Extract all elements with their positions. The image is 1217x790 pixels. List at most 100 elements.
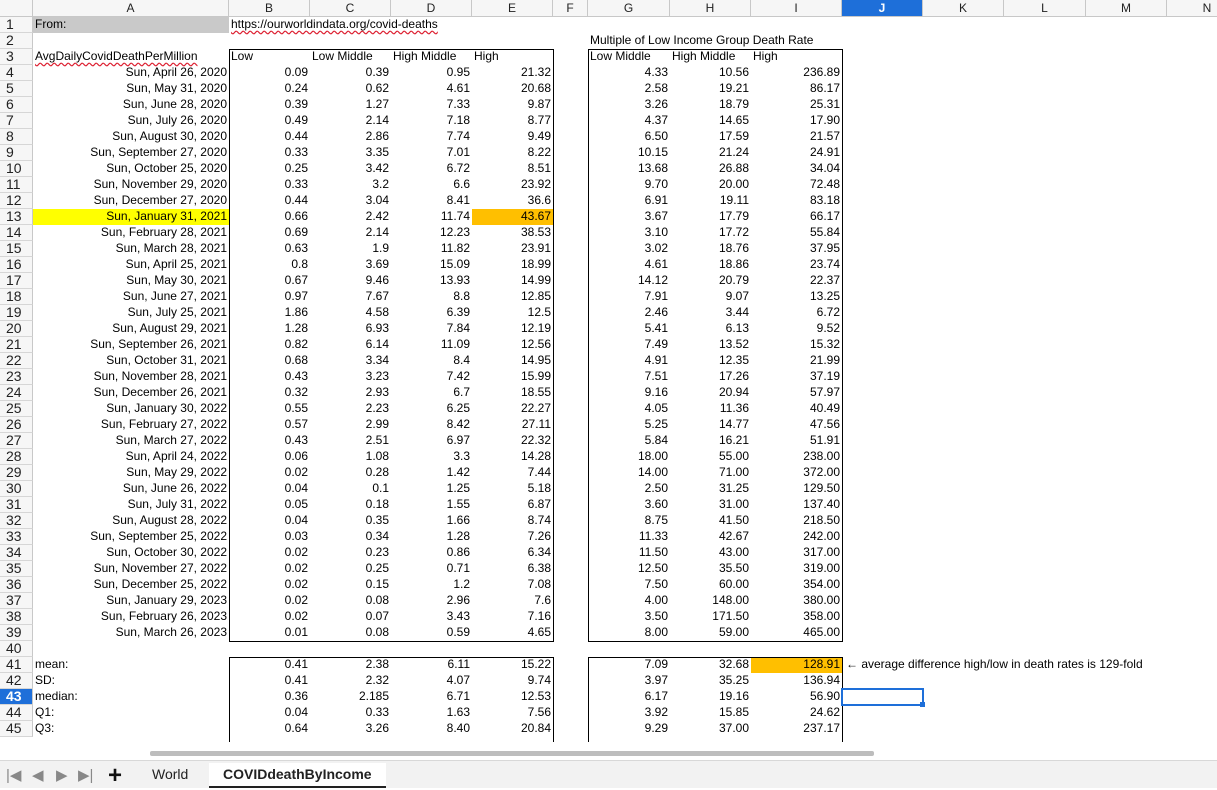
cell-c31[interactable]: 0.18 [310,497,391,513]
cell-b27[interactable]: 0.43 [229,433,310,449]
cell-b15[interactable]: 0.63 [229,241,310,257]
column-header-n[interactable]: N [1167,0,1217,17]
cell-a41[interactable]: mean: [33,657,229,673]
row-header-13[interactable]: 13 [0,209,33,225]
cell-c44[interactable]: 0.33 [310,705,391,721]
row-header-1[interactable]: 1 [0,17,33,33]
cell-b5[interactable]: 0.24 [229,81,310,97]
cell-g6[interactable]: 3.26 [588,97,670,113]
cell-b25[interactable]: 0.55 [229,401,310,417]
cell-d10[interactable]: 6.72 [391,161,472,177]
row-header-21[interactable]: 21 [0,337,33,353]
cell-h16[interactable]: 18.86 [670,257,751,273]
cell-b21[interactable]: 0.82 [229,337,310,353]
row-header-18[interactable]: 18 [0,289,33,305]
cell-g38[interactable]: 3.50 [588,609,670,625]
cell-i28[interactable]: 238.00 [751,449,842,465]
cell-b24[interactable]: 0.32 [229,385,310,401]
cell-c34[interactable]: 0.23 [310,545,391,561]
cell-g3[interactable]: Low Middle [588,49,670,65]
cell-b11[interactable]: 0.33 [229,177,310,193]
cell-a17[interactable]: Sun, May 30, 2021 [33,273,229,289]
cell-a39[interactable]: Sun, March 26, 2023 [33,625,229,641]
cell-h28[interactable]: 55.00 [670,449,751,465]
row-header-4[interactable]: 4 [0,65,33,81]
cell-h38[interactable]: 171.50 [670,609,751,625]
row-header-3[interactable]: 3 [0,49,33,65]
cell-e37[interactable]: 7.6 [472,593,553,609]
cell-b8[interactable]: 0.44 [229,129,310,145]
row-header-24[interactable]: 24 [0,385,33,401]
cell-b34[interactable]: 0.02 [229,545,310,561]
cell-e28[interactable]: 14.28 [472,449,553,465]
cell-g25[interactable]: 4.05 [588,401,670,417]
cell-c8[interactable]: 2.86 [310,129,391,145]
cell-d21[interactable]: 11.09 [391,337,472,353]
cell-c11[interactable]: 3.2 [310,177,391,193]
cell-e18[interactable]: 12.85 [472,289,553,305]
add-sheet-icon[interactable]: + [108,762,122,790]
cell-h3[interactable]: High Middle [670,49,751,65]
cell-h21[interactable]: 13.52 [670,337,751,353]
row-header-31[interactable]: 31 [0,497,33,513]
cell-a5[interactable]: Sun, May 31, 2020 [33,81,229,97]
cell-h44[interactable]: 15.85 [670,705,751,721]
cell-a30[interactable]: Sun, June 26, 2022 [33,481,229,497]
cell-e20[interactable]: 12.19 [472,321,553,337]
cell-g10[interactable]: 13.68 [588,161,670,177]
cell-c7[interactable]: 2.14 [310,113,391,129]
cell-g18[interactable]: 7.91 [588,289,670,305]
cell-a4[interactable]: Sun, April 26, 2020 [33,65,229,81]
row-header-10[interactable]: 10 [0,161,33,177]
row-header-43[interactable]: 43 [0,689,33,705]
cell-i23[interactable]: 37.19 [751,369,842,385]
cell-c10[interactable]: 3.42 [310,161,391,177]
row-header-2[interactable]: 2 [0,33,33,49]
row-header-41[interactable]: 41 [0,657,33,673]
cell-a3[interactable]: AvgDailyCovidDeathPerMillion [33,49,229,65]
column-header-b[interactable]: B [229,0,310,17]
cell-d9[interactable]: 7.01 [391,145,472,161]
cell-e24[interactable]: 18.55 [472,385,553,401]
cell-a16[interactable]: Sun, April 25, 2021 [33,257,229,273]
cell-i9[interactable]: 24.91 [751,145,842,161]
cell-a20[interactable]: Sun, August 29, 2021 [33,321,229,337]
cell-d36[interactable]: 1.2 [391,577,472,593]
cell-b26[interactable]: 0.57 [229,417,310,433]
cell-c43[interactable]: 2.185 [310,689,391,705]
cell-g8[interactable]: 6.50 [588,129,670,145]
cell-a28[interactable]: Sun, April 24, 2022 [33,449,229,465]
row-header-33[interactable]: 33 [0,529,33,545]
cell-g23[interactable]: 7.51 [588,369,670,385]
cell-c33[interactable]: 0.34 [310,529,391,545]
cell-i36[interactable]: 354.00 [751,577,842,593]
cell-i43[interactable]: 56.90 [751,689,842,705]
cell-i25[interactable]: 40.49 [751,401,842,417]
cell-b7[interactable]: 0.49 [229,113,310,129]
cell-c30[interactable]: 0.1 [310,481,391,497]
cell-i41[interactable]: 128.91 [751,657,842,673]
cell-b36[interactable]: 0.02 [229,577,310,593]
first-sheet-icon[interactable]: |◀ [6,766,21,784]
cell-c14[interactable]: 2.14 [310,225,391,241]
cell-a7[interactable]: Sun, July 26, 2020 [33,113,229,129]
row-header-23[interactable]: 23 [0,369,33,385]
cell-i35[interactable]: 319.00 [751,561,842,577]
row-header-27[interactable]: 27 [0,433,33,449]
cell-i31[interactable]: 137.40 [751,497,842,513]
cell-e17[interactable]: 14.99 [472,273,553,289]
cell-h18[interactable]: 9.07 [670,289,751,305]
cell-c22[interactable]: 3.34 [310,353,391,369]
cell-c25[interactable]: 2.23 [310,401,391,417]
cell-e12[interactable]: 36.6 [472,193,553,209]
row-header-25[interactable]: 25 [0,401,33,417]
cell-i34[interactable]: 317.00 [751,545,842,561]
cell-e39[interactable]: 4.65 [472,625,553,641]
cell-i44[interactable]: 24.62 [751,705,842,721]
cell-b22[interactable]: 0.68 [229,353,310,369]
cell-e35[interactable]: 6.38 [472,561,553,577]
cell-d33[interactable]: 1.28 [391,529,472,545]
cell-e41[interactable]: 15.22 [472,657,553,673]
cell-a36[interactable]: Sun, December 25, 2022 [33,577,229,593]
cell-h26[interactable]: 14.77 [670,417,751,433]
